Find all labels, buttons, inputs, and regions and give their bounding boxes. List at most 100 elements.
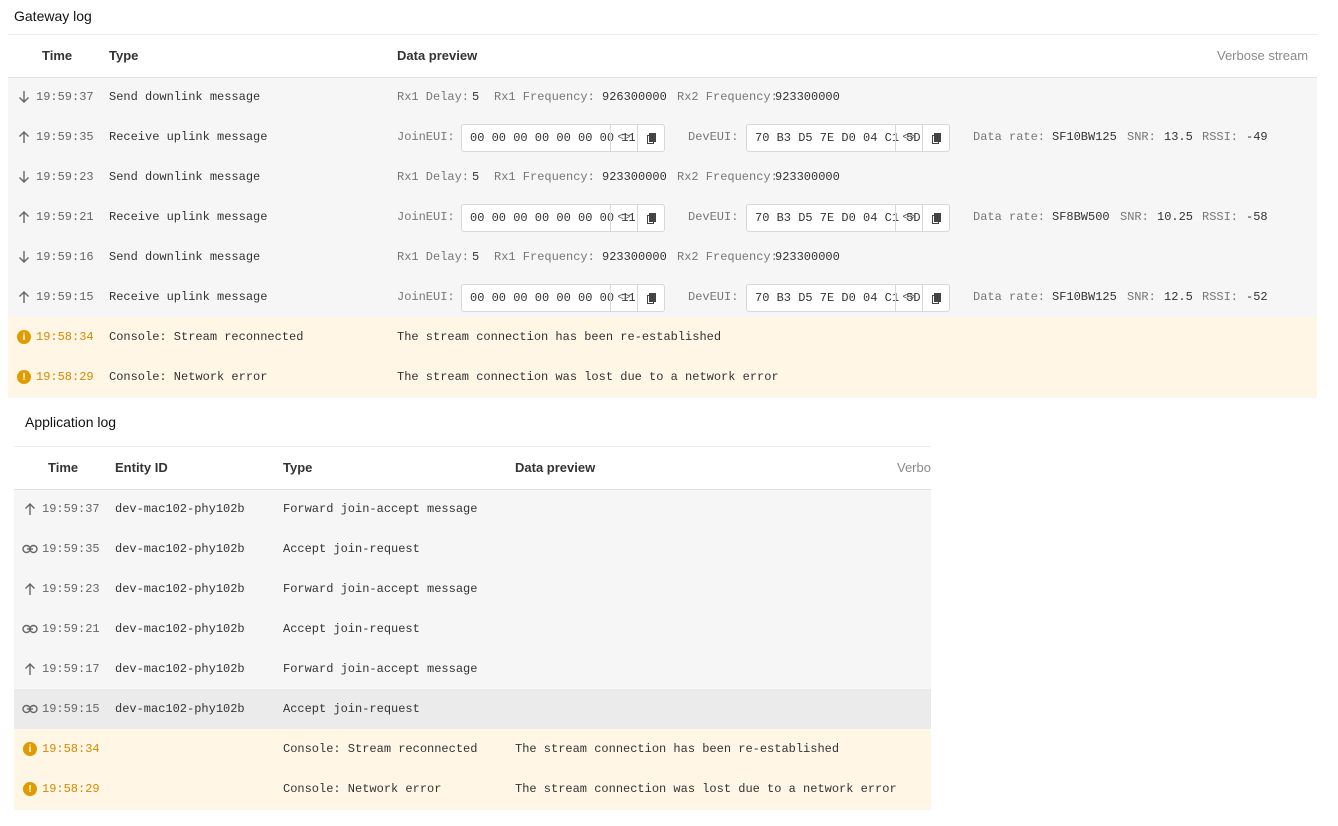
timestamp: 19:58:29: [36, 370, 94, 384]
verbose-stream-toggle[interactable]: Verbose stream: [1217, 48, 1308, 63]
gateway-log-table: Time Type Data preview Verbose stream 19…: [8, 34, 1317, 398]
info-icon: i: [16, 329, 32, 345]
join-eui-label: JoinEUI:: [397, 130, 455, 144]
error-icon: !: [22, 781, 38, 797]
timestamp: 19:59:37: [36, 90, 94, 104]
copy-button[interactable]: [637, 285, 664, 311]
arrow-up-icon: [22, 661, 38, 677]
log-row[interactable]: 19:59:21 dev-mac102-phy102b Accept join-re…: [14, 609, 931, 649]
log-row[interactable]: ! 19:58:29 Console: Network error The strea…: [8, 357, 1317, 397]
event-type: Send downlink message: [109, 170, 261, 184]
toggle-format-button[interactable]: <>: [895, 205, 922, 231]
dev-eui-value: 70 B3 D5 7E D0 04 C1 5D: [755, 211, 921, 225]
toggle-format-button[interactable]: <>: [610, 125, 637, 151]
field-value: SF8BW500: [1052, 210, 1110, 224]
entity-id: dev-mac102-phy102b: [115, 622, 245, 636]
field-value: 5: [472, 250, 480, 264]
toggle-format-button[interactable]: <>: [610, 205, 637, 231]
copy-button[interactable]: [922, 285, 949, 311]
field-value: 923300000: [602, 170, 667, 184]
log-row[interactable]: 19:59:35 Receive uplink message JoinEUI: 00…: [8, 117, 1317, 157]
field-label: Rx1 Frequency:: [494, 90, 595, 104]
log-row[interactable]: 19:59:35 dev-mac102-phy102b Accept join-re…: [14, 529, 931, 569]
field-label: RSSI:: [1202, 210, 1239, 224]
copy-button[interactable]: [922, 125, 949, 151]
field-label: Rx2 Frequency:: [677, 90, 778, 104]
log-row[interactable]: ! 19:58:29 Console: Network error The strea…: [14, 769, 931, 809]
field-label: SNR:: [1127, 130, 1156, 144]
field-value: -52: [1246, 290, 1268, 304]
field-value: 5: [472, 90, 480, 104]
application-log-title: Application log: [25, 414, 117, 430]
log-row[interactable]: 19:59:23 Send downlink message Rx1 Delay: 5…: [8, 157, 1317, 197]
arrow-up-icon: [16, 289, 32, 305]
event-type: Console: Stream reconnected: [109, 330, 304, 344]
dev-eui-label: DevEUI:: [688, 210, 739, 224]
field-label: Rx1 Delay:: [397, 90, 470, 104]
field-value: 923300000: [775, 170, 840, 184]
log-row[interactable]: 19:59:37 dev-mac102-phy102b Forward join-a…: [14, 489, 931, 529]
field-value: 12.5: [1164, 290, 1193, 304]
event-type: Send downlink message: [109, 250, 261, 264]
event-type: Forward join-accept message: [283, 582, 478, 596]
link-icon: [22, 621, 38, 637]
verbose-stream-toggle[interactable]: Verbo: [897, 460, 931, 475]
event-type: Console: Stream reconnected: [283, 742, 478, 756]
join-eui-value: 00 00 00 00 00 00 00 11: [470, 131, 636, 145]
column-type: Type: [283, 460, 313, 475]
copy-icon: [646, 212, 656, 224]
toggle-format-button[interactable]: <>: [610, 285, 637, 311]
timestamp: 19:59:23: [42, 582, 100, 596]
log-row[interactable]: i 19:58:34 Console: Stream reconnected The …: [14, 729, 931, 769]
field-label: RSSI:: [1202, 130, 1239, 144]
field-label: Rx1 Frequency:: [494, 250, 595, 264]
log-row[interactable]: 19:59:16 Send downlink message Rx1 Delay: 5…: [8, 237, 1317, 277]
toggle-format-button[interactable]: <>: [895, 125, 922, 151]
timestamp: 19:59:16: [36, 250, 94, 264]
link-icon: [22, 701, 38, 717]
dev-eui-label: DevEUI:: [688, 290, 739, 304]
log-row[interactable]: i 19:58:34 Console: Stream reconnected The …: [8, 317, 1317, 357]
arrow-up-icon: [16, 209, 32, 225]
copy-button[interactable]: [637, 205, 664, 231]
toggle-format-button[interactable]: <>: [895, 285, 922, 311]
field-label: Rx2 Frequency:: [677, 250, 778, 264]
field-value: SF10BW125: [1052, 290, 1117, 304]
link-icon: [22, 541, 38, 557]
log-row[interactable]: 19:59:23 dev-mac102-phy102b Forward join-a…: [14, 569, 931, 609]
info-icon: i: [22, 741, 38, 757]
column-data-preview: Data preview: [515, 460, 596, 475]
field-label: SNR:: [1127, 290, 1156, 304]
arrow-down-icon: [16, 169, 32, 185]
log-row[interactable]: 19:59:37 Send downlink message Rx1 Delay: 5…: [8, 77, 1317, 117]
dev-eui-value: 70 B3 D5 7E D0 04 C1 5D: [755, 291, 921, 305]
arrow-up-icon: [22, 581, 38, 597]
copy-button[interactable]: [922, 205, 949, 231]
entity-id: dev-mac102-phy102b: [115, 702, 245, 716]
event-type: Forward join-accept message: [283, 662, 478, 676]
log-row[interactable]: 19:59:17 dev-mac102-phy102b Forward join-a…: [14, 649, 931, 689]
event-type: Receive uplink message: [109, 290, 268, 304]
entity-id: dev-mac102-phy102b: [115, 502, 245, 516]
log-row[interactable]: 19:59:15 dev-mac102-phy102b Accept join-re…: [14, 689, 931, 729]
column-data-preview: Data preview: [397, 48, 478, 63]
event-type: Forward join-accept message: [283, 502, 478, 516]
field-label: RSSI:: [1202, 290, 1239, 304]
field-label: Rx1 Delay:: [397, 170, 470, 184]
entity-id: dev-mac102-phy102b: [115, 662, 245, 676]
arrow-up-icon: [22, 501, 38, 517]
field-value: 926300000: [602, 90, 667, 104]
event-type: Receive uplink message: [109, 210, 268, 224]
column-type: Type: [109, 48, 139, 63]
event-type: Accept join-request: [283, 622, 420, 636]
log-row[interactable]: 19:59:15 Receive uplink message JoinEUI: 00…: [8, 277, 1317, 317]
entity-id: dev-mac102-phy102b: [115, 582, 245, 596]
column-entity-id: Entity ID: [115, 460, 168, 475]
field-value: 923300000: [775, 90, 840, 104]
timestamp: 19:59:35: [36, 130, 94, 144]
field-label: Rx2 Frequency:: [677, 170, 778, 184]
timestamp: 19:59:23: [36, 170, 94, 184]
log-row[interactable]: 19:59:21 Receive uplink message JoinEUI: 00…: [8, 197, 1317, 237]
copy-button[interactable]: [637, 125, 664, 151]
timestamp: 19:58:34: [36, 330, 94, 344]
